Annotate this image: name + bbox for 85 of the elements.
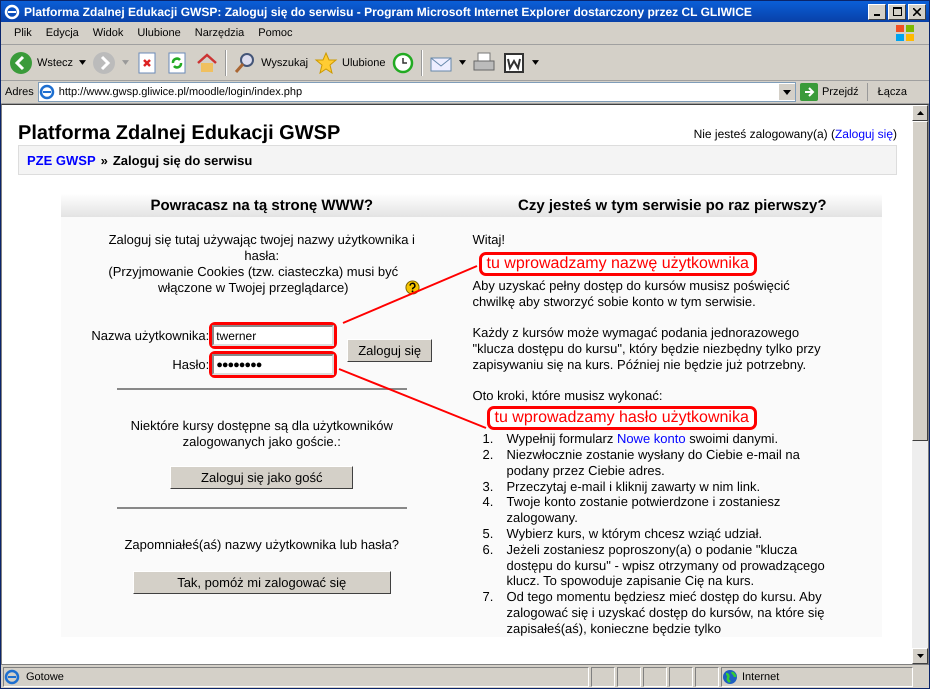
- forgot-password-button[interactable]: Tak, pomóż mi zalogować się: [132, 571, 391, 594]
- guest-note: Niektóre kursy dostępne są dla użytkowników zalogowanych jako goście.:: [130, 418, 394, 450]
- status-panel: [669, 666, 693, 686]
- url-text: http://www.gwsp.gliwice.pl/moodle/login/index.php: [58, 86, 302, 98]
- greeting: Witaj!: [472, 232, 506, 248]
- annotation-label: tu wprowadzamy nazwę użytkownika: [478, 252, 757, 276]
- home-link[interactable]: PZE GWSP: [27, 152, 96, 168]
- history-icon[interactable]: [391, 50, 416, 74]
- step-text: Wybierz kurs, w którym chcesz wziąć udział.: [506, 526, 762, 542]
- panel-heading: Czy jesteś w tym serwisie po raz pierwszy?: [462, 193, 882, 217]
- scroll-down-icon[interactable]: [912, 648, 928, 664]
- forgot-note: Zapomniałeś(aś) nazwy użytkownika lub hasła?: [123, 537, 400, 553]
- status-panel: [617, 666, 641, 686]
- breadcrumb-separator: »: [100, 152, 108, 168]
- step-text: Twoje konto zostanie potwierdzone i zostaniesz zalogowany.: [506, 494, 782, 526]
- status-panel: [695, 666, 719, 686]
- status-panel: [643, 666, 667, 686]
- scroll-thumb[interactable]: [912, 121, 928, 441]
- menu-item[interactable]: Ulubione: [130, 27, 188, 39]
- page-icon: [4, 668, 20, 684]
- word-editor-icon[interactable]: [502, 50, 526, 74]
- browser-logo-icon: [4, 4, 20, 20]
- help-icon[interactable]: [405, 280, 420, 295]
- current-page: Zaloguj się do serwisu: [112, 152, 252, 168]
- status-panel: [591, 666, 615, 686]
- dropdown-arrow-icon[interactable]: [459, 60, 466, 65]
- step-text: Przeczytaj e-mail i kliknij zawarty w nim link.: [506, 478, 760, 494]
- links-button[interactable]: Łącza: [872, 86, 925, 98]
- menu-item[interactable]: Widok: [86, 27, 130, 39]
- close-icon: [913, 8, 921, 16]
- step-number: 5.: [482, 526, 494, 542]
- site-title: Platforma Zdalnej Edukacji GWSP: [18, 122, 340, 145]
- scroll-up-icon[interactable]: [912, 105, 928, 121]
- step-text: Jeżeli zostaniesz poproszony(a) o podanie "klucza dostępu do kursu" - wpisz otrzymany od prowadzącego klucz. To spowoduje zapisanie Cię na kurs.: [506, 542, 826, 590]
- guest-login-button[interactable]: Zaloguj się jako gość: [170, 466, 354, 489]
- step-number: 7.: [482, 589, 494, 606]
- step-number: 3.: [482, 478, 494, 494]
- globe-icon: [722, 668, 738, 684]
- step-number: 2.: [482, 446, 494, 464]
- username-label: Nazwa użytkownika:: [91, 328, 210, 343]
- window-title: Platforma Zdalnej Edukacji GWSP: Zaloguj się do serwisu - Program Microsoft Internet Explorer dostarczony przez CL GLIWICE: [24, 4, 753, 18]
- close-button[interactable]: [908, 4, 926, 20]
- login-button[interactable]: Zaloguj się: [347, 338, 432, 362]
- back-button[interactable]: Wstecz: [9, 50, 74, 74]
- paragraph: Aby uzyskać pełny dostęp do kursów musisz poświęcić chwilkę aby stworzyć sobie konto w tym serwisie.: [472, 278, 791, 310]
- minimize-icon: [874, 14, 880, 16]
- new-account-link[interactable]: Nowe konto: [616, 431, 686, 446]
- favorites-button[interactable]: Ulubione: [314, 50, 386, 74]
- page-icon: [38, 84, 55, 100]
- address-label: Adres: [5, 86, 34, 98]
- menu-item[interactable]: Pomoc: [251, 27, 300, 39]
- menu-item[interactable]: Narzędzia: [188, 27, 252, 39]
- maximize-icon: [892, 7, 902, 16]
- home-icon[interactable]: [195, 50, 220, 74]
- step-text: Od tego momentu będziesz mieć dostęp do kursu. Aby zalogować się i uzyskać dostęp do kursów, na które się zapisałeś(aś), konieczne będzie tylko: [506, 589, 826, 637]
- star-icon: [314, 50, 338, 74]
- search-button[interactable]: Wyszukaj: [233, 50, 308, 74]
- dropdown-arrow-icon[interactable]: [79, 60, 86, 65]
- annotation-label: tu wprowadzamy hasło użytkownika: [486, 406, 757, 430]
- step-text: Niezwłocznie zostanie wysłany do Ciebie e-mail na podany przez Ciebie adres.: [506, 446, 801, 479]
- login-status: Nie jesteś zalogowany(a) (Zaloguj się): [694, 127, 897, 141]
- step-number: 1.: [482, 431, 494, 447]
- step-text: Wypełnij formularz Nowe konto swoimi danymi.: [506, 431, 778, 447]
- maximize-button[interactable]: [888, 4, 906, 20]
- menu-item[interactable]: Plik: [7, 27, 39, 39]
- login-intro: Zaloguj się tutaj używając twojej nazwy użytkownika i hasła:: [108, 232, 416, 264]
- status-text: Gotowe: [26, 670, 64, 682]
- password-field[interactable]: ●●●●●●●●: [212, 354, 334, 375]
- step-number: 6.: [482, 542, 494, 559]
- windows-flag-icon: [895, 24, 915, 42]
- username-field[interactable]: twerner: [212, 325, 334, 346]
- password-label: Hasło:: [172, 357, 210, 372]
- cookies-note: (Przyjmowanie Cookies (tzw. ciasteczka) musi być włączone w Twojej przeglądarce): [107, 264, 400, 296]
- dropdown-arrow-icon[interactable]: [532, 60, 540, 65]
- panel-heading: Powracasz na tą stronę WWW?: [61, 193, 463, 217]
- paragraph: Każdy z kursów może wymagać podania jednorazowego "klucza dostępu do kursu", który będzie niezbędny tylko przy zapisywaniu się na kurs. Później nie będzie już potrzebny.: [472, 325, 822, 373]
- minimize-button[interactable]: [868, 4, 886, 20]
- go-button[interactable]: Przejdź: [800, 83, 868, 101]
- security-zone: Internet: [742, 670, 780, 682]
- address-field[interactable]: http://www.gwsp.gliwice.pl/moodle/login/index.php: [38, 82, 796, 102]
- login-link[interactable]: Zaloguj się: [834, 127, 893, 141]
- menu-item[interactable]: Edycja: [38, 27, 86, 39]
- vertical-scrollbar[interactable]: [912, 105, 928, 664]
- step-number: 4.: [482, 494, 494, 512]
- steps-intro: Oto kroki, które musisz wykonać:: [472, 388, 664, 404]
